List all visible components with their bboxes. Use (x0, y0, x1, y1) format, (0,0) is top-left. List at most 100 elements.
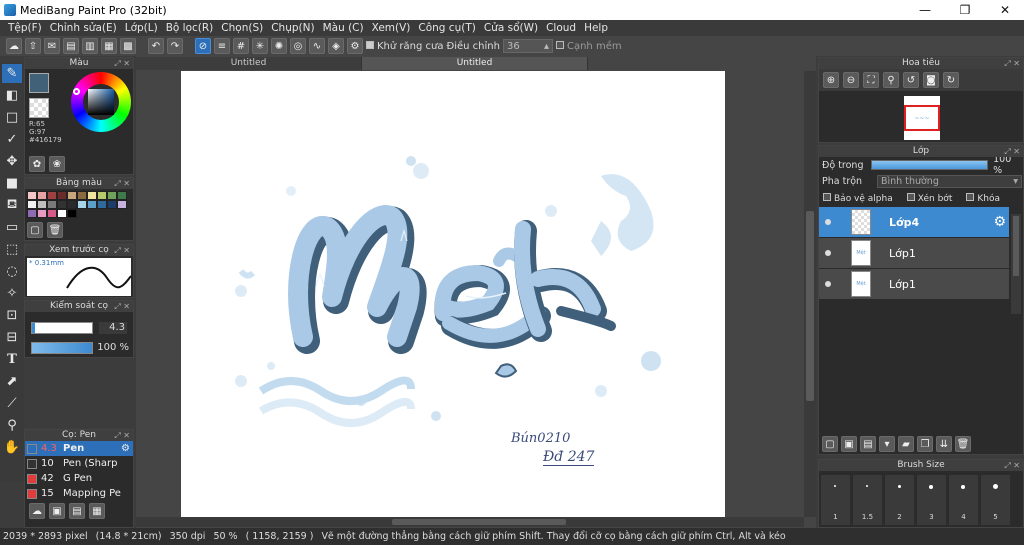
dot-tool-icon[interactable]: □ (2, 108, 22, 127)
brush-settings-icon[interactable]: ⚙ (121, 443, 130, 454)
merge-layer-icon[interactable]: ⇊ (936, 436, 952, 452)
brush-item[interactable]: 10 Pen (Sharp (25, 456, 133, 471)
comment-icon[interactable]: ✉ (44, 38, 60, 54)
palette-swatch[interactable] (27, 209, 37, 218)
transparent-color-swatch[interactable] (29, 98, 49, 118)
new-palette-icon[interactable]: ▢ (27, 222, 43, 238)
tab-untitled-1[interactable]: Untitled (136, 57, 362, 70)
brush-item[interactable]: 15 Mapping Pe (25, 486, 133, 501)
zoom-in-icon[interactable]: ⊕ (823, 72, 839, 88)
fill-rect-tool-icon[interactable]: ■ (2, 174, 22, 193)
adjust-stepper[interactable]: 36 ▴ (502, 39, 553, 53)
brush-size-value[interactable]: 4.3 (99, 322, 127, 334)
palette-swatch[interactable] (107, 200, 117, 209)
select-tool-icon[interactable]: ⬚ (2, 240, 22, 259)
palette-swatch[interactable] (47, 200, 57, 209)
palette-swatch[interactable] (47, 209, 57, 218)
snap-settings-icon[interactable]: ⚙ (347, 38, 363, 54)
brush-opacity-slider[interactable] (31, 342, 93, 354)
menu-help[interactable]: Help (580, 22, 612, 34)
color-palette-icon[interactable]: ✿ (29, 156, 45, 172)
layer-row[interactable]: Mệt Lớp1 (819, 238, 1009, 269)
palette-swatch[interactable] (107, 191, 117, 200)
minimize-button[interactable]: — (906, 0, 944, 20)
palette-swatch[interactable] (67, 200, 77, 209)
palette-swatch[interactable] (37, 191, 47, 200)
chat-icon[interactable]: ▤ (63, 38, 79, 54)
drawing-canvas[interactable]: Bún0210 Đđ 247 (181, 71, 725, 517)
snap-off-icon[interactable]: ⊘ (195, 38, 211, 54)
undo-icon[interactable]: ↶ (148, 38, 164, 54)
divide-tool-icon[interactable]: ⟋ (2, 394, 22, 413)
eyedropper-tool-icon[interactable]: ⚲ (2, 416, 22, 435)
palette-swatch[interactable] (57, 209, 67, 218)
folder-icon[interactable]: ▰ (898, 436, 914, 452)
menu-file[interactable]: Tệp(F) (4, 22, 46, 34)
magic-wand-tool-icon[interactable]: ✧ (2, 284, 22, 303)
select-eraser-tool-icon[interactable]: ⊟ (2, 328, 22, 347)
palette-swatch[interactable] (27, 200, 37, 209)
close-button[interactable]: ✕ (986, 0, 1024, 20)
brush-size-slider[interactable] (31, 322, 93, 334)
palette-swatch[interactable] (67, 209, 77, 218)
layer-row[interactable]: Lớp4 ⚙ (819, 207, 1009, 238)
brush-size-option[interactable]: 3 (917, 475, 946, 525)
fit-screen-icon[interactable]: ⛶ (863, 72, 879, 88)
cloud-icon[interactable]: ☁ (6, 38, 22, 54)
palette-swatch[interactable] (37, 209, 47, 218)
move-tool-icon[interactable]: ✥ (2, 152, 22, 171)
add-layer-menu-icon[interactable]: ▾ (879, 436, 895, 452)
menu-select[interactable]: Chọn(S) (217, 22, 267, 34)
rotate-right-icon[interactable]: ↻ (943, 72, 959, 88)
saturation-square[interactable] (88, 89, 114, 115)
operation-tool-icon[interactable]: ⬈ (2, 372, 22, 391)
gradient-tool-icon[interactable]: ▭ (2, 218, 22, 237)
menu-filter[interactable]: Bộ lọc(R) (162, 22, 218, 34)
visibility-icon[interactable] (825, 281, 831, 287)
select-pen-tool-icon[interactable]: ⊡ (2, 306, 22, 325)
brush-list-icon[interactable]: ▦ (89, 503, 105, 519)
color-wheel[interactable] (71, 72, 131, 132)
blend-mode-select[interactable]: Bình thường ▾ (877, 174, 1022, 188)
perspective-icon[interactable]: ◈ (328, 38, 344, 54)
brush-size-option[interactable]: 2 (885, 475, 914, 525)
horizontal-scrollbar[interactable] (136, 517, 804, 527)
color-picker-icon[interactable]: ❀ (49, 156, 65, 172)
copy-brush-icon[interactable]: ▤ (69, 503, 85, 519)
menu-layer[interactable]: Lớp(L) (121, 22, 162, 34)
lasso-tool-icon[interactable]: ◌ (2, 262, 22, 281)
palette-swatch[interactable] (57, 200, 67, 209)
brush-size-option[interactable]: 4 (949, 475, 978, 525)
layer-row[interactable]: Mệt Lớp1 (819, 269, 1009, 300)
palette-swatch[interactable] (87, 200, 97, 209)
navigator-preview[interactable]: ~~~ (904, 96, 940, 140)
brush-tool-icon[interactable]: ✎ (2, 64, 22, 83)
brush-opacity-value[interactable]: 100 % (95, 342, 131, 354)
brush-size-option[interactable]: 1.5 (853, 475, 882, 525)
palette-swatch[interactable] (27, 191, 37, 200)
text-tool-icon[interactable]: T (2, 350, 22, 369)
palette-swatch[interactable] (117, 200, 127, 209)
antialias-checkbox[interactable]: Khử răng cưa (366, 40, 443, 52)
menu-tools[interactable]: Công cụ(T) (414, 22, 479, 34)
delete-palette-icon[interactable]: 🗑 (47, 222, 63, 238)
lock-checkbox[interactable]: Khóa (966, 192, 1000, 204)
palette-swatch[interactable] (57, 191, 67, 200)
restore-button[interactable]: ❐ (946, 0, 984, 20)
smooth-edge-checkbox[interactable]: Cạnh mềm (555, 40, 622, 52)
brush-item[interactable]: 42 G Pen (25, 471, 133, 486)
cloud-brush-icon[interactable]: ☁ (29, 503, 45, 519)
vertical-scrollbar[interactable] (804, 71, 816, 517)
curve-snap-icon[interactable]: ∿ (309, 38, 325, 54)
duplicate-layer-icon[interactable]: ❐ (917, 436, 933, 452)
menu-edit[interactable]: Chỉnh sửa(E) (46, 22, 121, 34)
menu-snap[interactable]: Chụp(N) (267, 22, 318, 34)
check-tool-icon[interactable]: ✓ (2, 130, 22, 149)
concentric-snap-icon[interactable]: ◎ (290, 38, 306, 54)
parallel-snap-icon[interactable]: ≡ (214, 38, 230, 54)
delete-layer-icon[interactable]: 🗑 (955, 436, 971, 452)
menu-view[interactable]: Xem(V) (368, 22, 415, 34)
grid-icon[interactable]: ▩ (120, 38, 136, 54)
menu-cloud[interactable]: Cloud (542, 22, 580, 34)
upload-icon[interactable]: ⇧ (25, 38, 41, 54)
